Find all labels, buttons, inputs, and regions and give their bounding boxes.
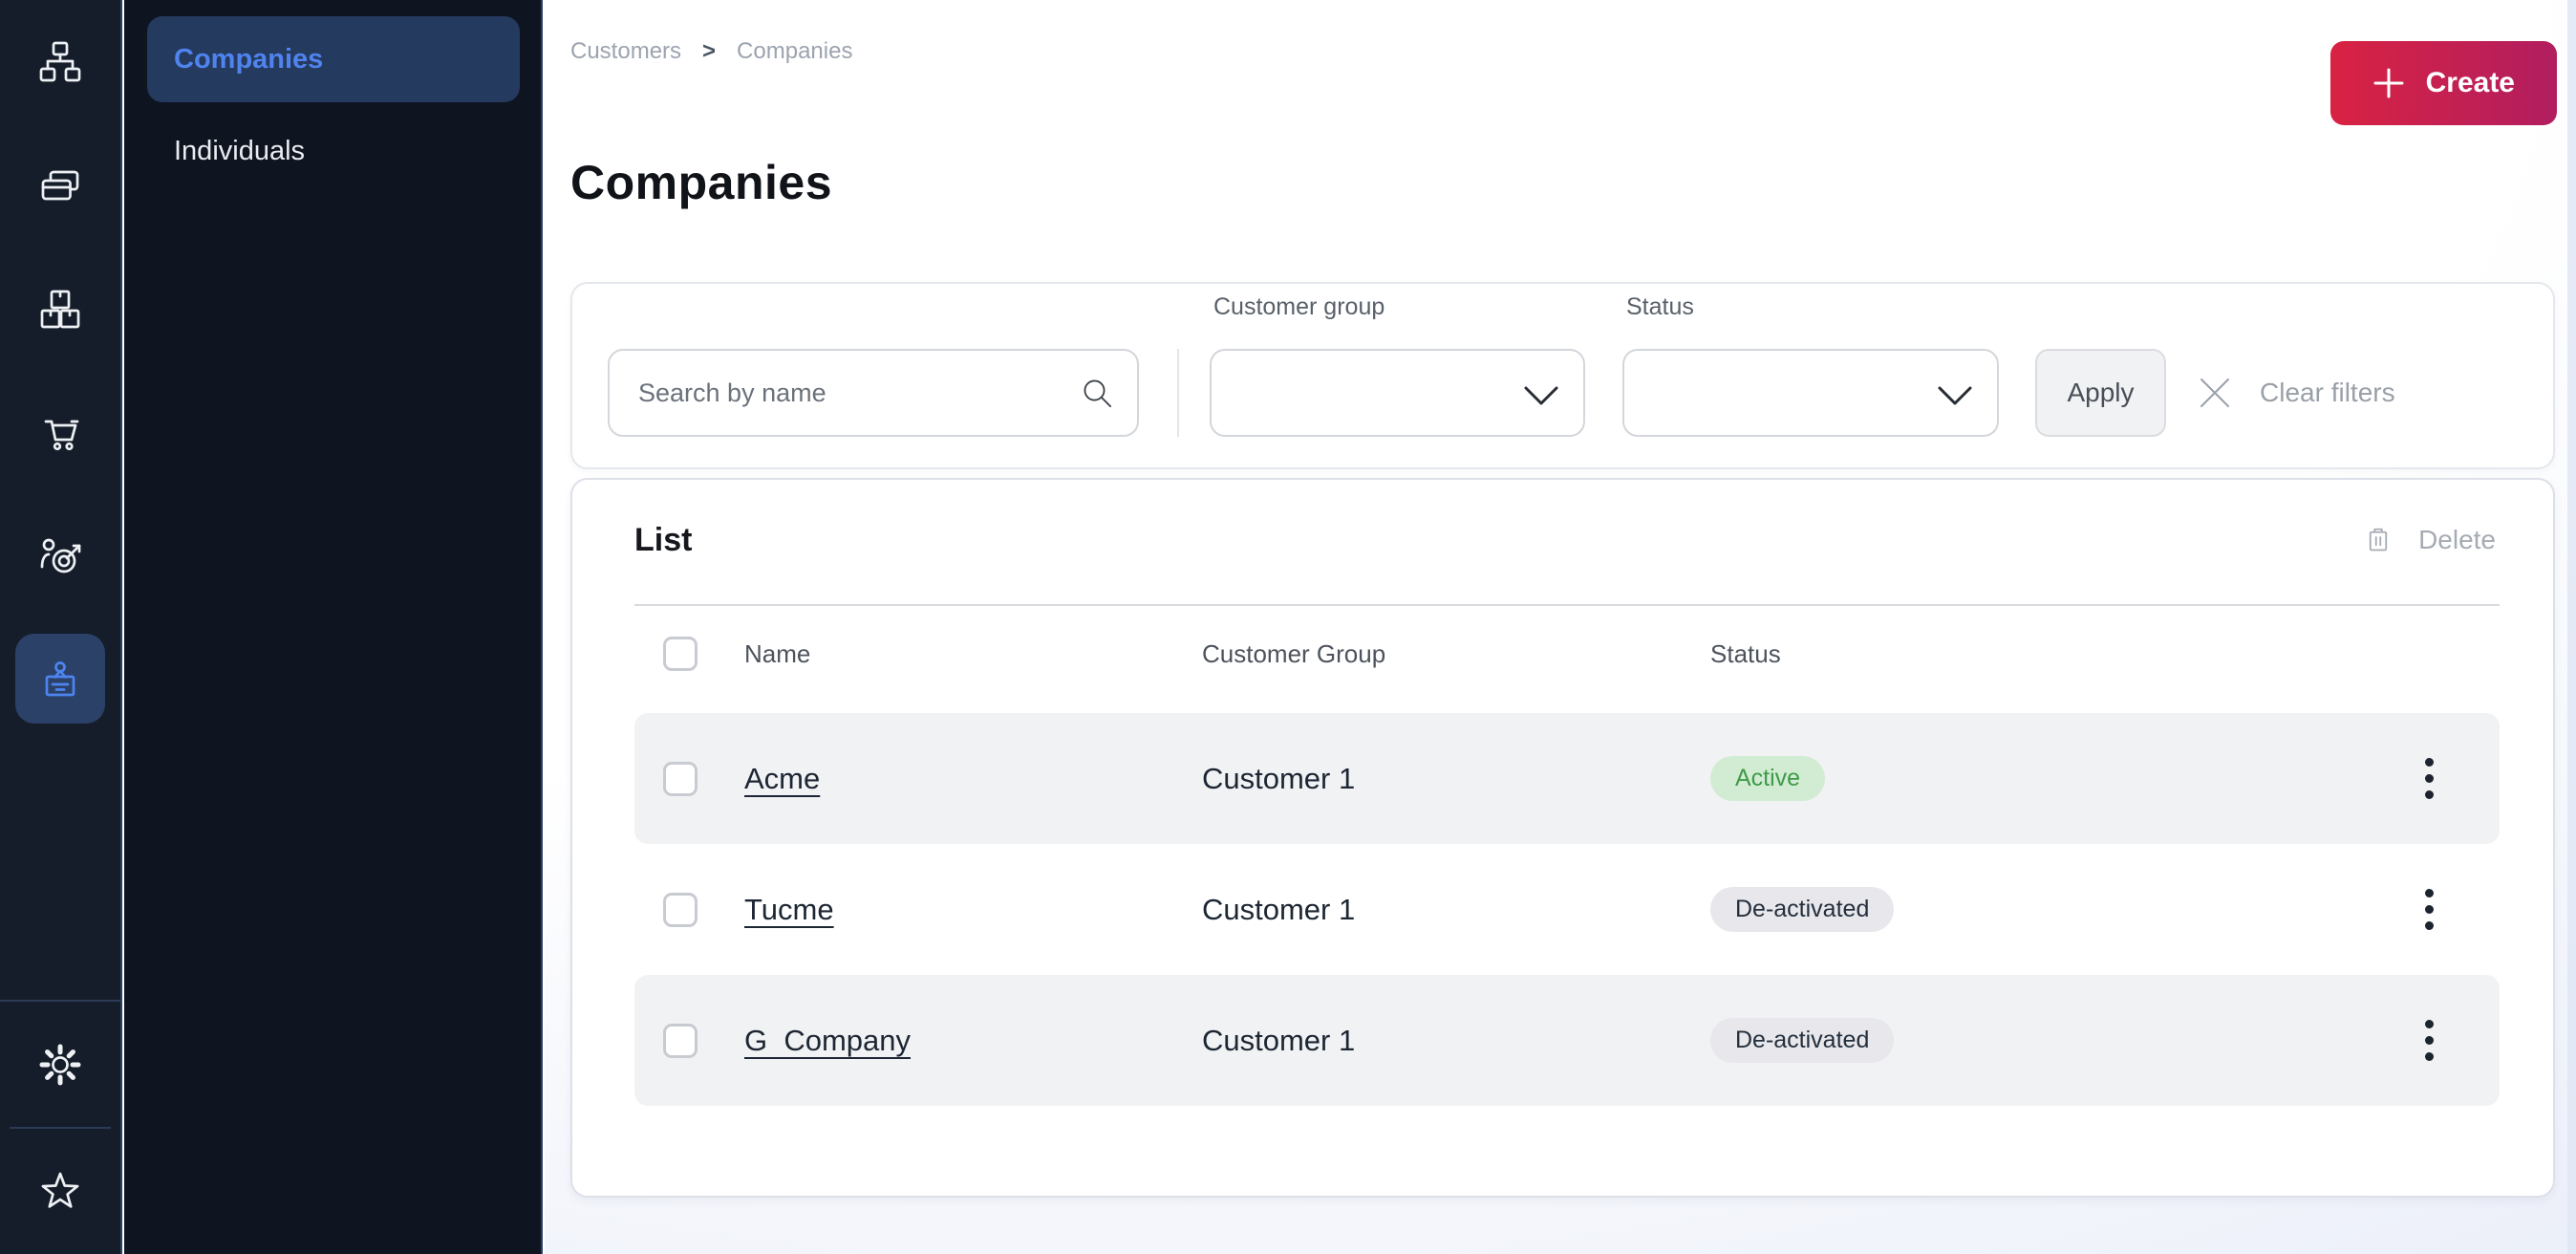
customers-sidebar: Companies Individuals [124,0,543,1254]
filter-divider [1177,349,1179,437]
rail-bottom-section [0,1000,120,1254]
row-customer-group: Customer 1 [1202,762,1710,796]
company-name-link[interactable]: Acme [744,762,820,795]
customer-group-label: Customer group [1213,293,1385,321]
kebab-icon [2425,1020,2434,1028]
star-icon [37,1169,83,1215]
sidebar-item-individuals[interactable]: Individuals [147,117,520,185]
column-header-customer-group: Customer Group [1202,639,1710,669]
status-select[interactable] [1622,349,1999,437]
list-divider [634,604,2500,606]
create-button[interactable]: Create [2330,41,2557,125]
row-checkbox[interactable] [663,1024,698,1058]
sidebar-item-companies[interactable]: Companies [147,16,520,102]
nav-org-structure[interactable] [0,0,120,123]
row-checkbox[interactable] [663,762,698,796]
list-title: List [634,522,692,559]
table-header-row: Name Customer Group Status [634,623,2500,684]
breadcrumb: Customers > Companies [570,38,852,65]
customer-badge-icon [37,656,83,702]
page-scrollbar[interactable] [2567,0,2576,1254]
clear-filters-label: Clear filters [2260,378,2395,408]
table-row: Tucme Customer 1 De-activated [634,844,2500,975]
company-name-link[interactable]: G Company [744,1024,911,1057]
company-name-link[interactable]: Tucme [744,893,834,926]
select-all-checkbox[interactable] [663,637,698,671]
kebab-icon [2425,889,2434,897]
search-icon [1078,374,1118,414]
customer-group-field: Customer group [1210,284,1585,437]
nav-settings[interactable] [0,1002,120,1127]
status-field: Status [1622,284,1999,437]
nav-favorites[interactable] [0,1129,120,1254]
row-actions-menu-button[interactable] [2404,997,2454,1085]
table-row: Acme Customer 1 Active [634,713,2500,844]
filters-panel: Customer group Status Apply Clear [570,282,2555,469]
nav-customer-targeting[interactable] [0,493,120,616]
create-button-label: Create [2426,67,2515,99]
breadcrumb-customers[interactable]: Customers [570,38,681,65]
cart-icon [37,409,83,455]
icon-rail [0,0,122,1254]
search-input[interactable] [608,349,1139,437]
nav-products[interactable] [0,247,120,370]
chevron-down-icon [1936,383,1974,408]
table-body: Acme Customer 1 Active Tucme Customer 1 … [634,713,2500,1106]
nav-orders[interactable] [0,370,120,493]
payment-cards-icon [37,162,83,208]
clear-filters-button[interactable]: Clear filters [2197,349,2395,437]
status-badge: De-activated [1710,887,1894,932]
nav-payments[interactable] [0,123,120,247]
main-content: Customers > Companies Create Companies C… [545,0,2576,1254]
column-header-name: Name [744,639,1202,669]
chevron-down-icon [1522,383,1560,408]
x-icon [2197,375,2233,411]
row-actions-menu-button[interactable] [2404,735,2454,823]
companies-list-panel: List Delete Name Customer Group Status A… [570,478,2555,1198]
nav-customers[interactable] [0,616,120,740]
packages-icon [37,286,83,332]
status-badge: De-activated [1710,1018,1894,1063]
org-structure-icon [37,39,83,85]
gear-icon [37,1042,83,1088]
sidebar-item-label: Individuals [174,136,305,167]
status-label: Status [1626,293,1694,321]
search-field-wrap [608,349,1139,437]
delete-button[interactable]: Delete [2361,523,2496,557]
page-title: Companies [570,155,832,210]
row-checkbox[interactable] [663,893,698,927]
active-nav-tile [15,634,105,724]
row-customer-group: Customer 1 [1202,893,1710,927]
status-badge: Active [1710,756,1825,801]
apply-button[interactable]: Apply [2035,349,2166,437]
table-row: G Company Customer 1 De-activated [634,975,2500,1106]
row-actions-menu-button[interactable] [2404,866,2454,954]
customer-target-icon [37,532,83,578]
delete-button-label: Delete [2418,525,2496,555]
plus-icon [2372,67,2405,99]
breadcrumb-companies[interactable]: Companies [737,38,852,65]
breadcrumb-separator: > [702,38,716,65]
sidebar-item-label: Companies [174,44,323,76]
customer-group-select[interactable] [1210,349,1585,437]
kebab-icon [2425,758,2434,767]
column-header-status: Status [1710,639,2404,669]
row-customer-group: Customer 1 [1202,1024,1710,1058]
trash-icon [2361,523,2395,557]
list-header: List Delete [634,507,2496,573]
